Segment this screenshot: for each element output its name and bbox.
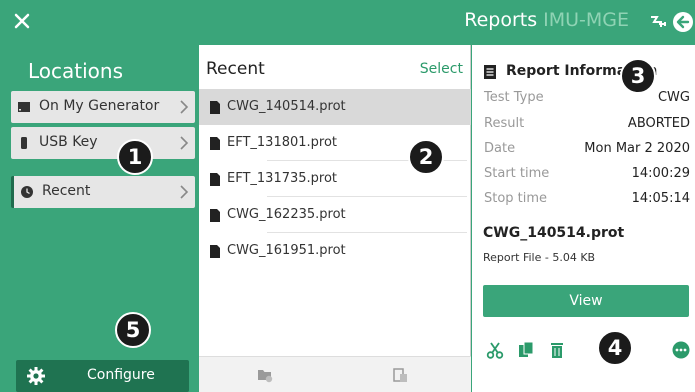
report-field-date: Date Mon Mar 2 2020 [484, 141, 690, 163]
window-title: Reports IMU-MGE [464, 9, 629, 31]
report-field-result: Result ABORTED [484, 116, 690, 138]
cut-icon[interactable] [486, 341, 504, 359]
select-button[interactable]: Select [420, 61, 463, 77]
file-icon [210, 173, 220, 186]
field-value: 14:05:14 [631, 191, 690, 206]
copy-icon[interactable] [518, 341, 536, 359]
callout-4: 4 [597, 330, 633, 366]
location-label: USB Key [39, 134, 98, 150]
callout-5: 5 [115, 312, 151, 348]
file-name: CWG_162235.prot [227, 207, 346, 222]
configure-button[interactable]: Configure [16, 360, 189, 392]
field-value: Mon Mar 2 2020 [584, 141, 690, 156]
top-bar: Reports IMU-MGE [0, 0, 695, 45]
file-row[interactable]: CWG_161951.prot [199, 233, 471, 269]
recent-footer-toolbar [199, 356, 471, 392]
report-file-name: CWG_140514.prot [483, 225, 625, 241]
chevron-right-icon [180, 100, 189, 114]
report-field-start-time: Start time 14:00:29 [484, 166, 690, 188]
location-label: Recent [42, 183, 91, 199]
report-file-info: Report File - 5.04 KB [483, 251, 596, 264]
file-name: CWG_161951.prot [227, 243, 346, 258]
location-on-my-generator[interactable]: On My Generator [11, 91, 195, 123]
file-icon [210, 101, 220, 114]
field-key: Date [484, 141, 516, 156]
hard-drive-icon [18, 102, 30, 112]
field-key: Test Type [484, 90, 544, 105]
field-value: ABORTED [627, 116, 690, 131]
callout-3: 3 [620, 58, 656, 94]
file-row[interactable]: CWG_140514.prot [199, 89, 471, 125]
usb-key-icon [21, 137, 27, 149]
trash-icon[interactable] [548, 341, 566, 359]
file-name: EFT_131735.prot [227, 171, 338, 186]
location-recent[interactable]: Recent [11, 176, 195, 208]
title-subtitle: IMU-MGE [543, 9, 629, 31]
file-name: CWG_140514.prot [227, 99, 346, 114]
more-options-icon[interactable] [672, 341, 690, 359]
plug-icon[interactable] [647, 11, 669, 33]
field-value: 14:00:29 [631, 166, 690, 181]
location-usb-key[interactable]: USB Key [11, 127, 195, 159]
report-icon [484, 65, 496, 79]
file-icon [210, 245, 220, 258]
configure-label: Configure [87, 367, 155, 383]
file-name: EFT_131801.prot [227, 135, 338, 150]
back-arrow-icon[interactable] [672, 11, 694, 33]
field-key: Stop time [484, 191, 548, 206]
field-key: Start time [484, 166, 550, 181]
report-field-test-type: Test Type CWG [484, 90, 690, 112]
recent-title: Recent [206, 59, 265, 79]
new-folder-icon[interactable] [257, 367, 273, 383]
callout-2: 2 [408, 139, 444, 175]
location-label: On My Generator [39, 98, 160, 114]
close-icon[interactable] [11, 10, 33, 32]
report-info-panel: Report Information Test Type CWG Result … [472, 45, 695, 392]
view-button[interactable]: View [483, 285, 689, 317]
locations-title: Locations [28, 59, 124, 83]
field-key: Result [484, 116, 525, 131]
gear-icon [27, 367, 45, 385]
report-field-stop-time: Stop time 14:05:14 [484, 191, 690, 213]
file-row[interactable]: CWG_162235.prot [199, 197, 471, 233]
locations-panel: Locations On My Generator USB Key Recent… [0, 45, 199, 392]
clock-icon [21, 186, 33, 198]
recent-header: Recent Select [199, 45, 471, 89]
chevron-right-icon [180, 136, 189, 150]
callout-1: 1 [117, 139, 153, 175]
recent-panel: Recent Select CWG_140514.prot EFT_131801… [199, 45, 471, 392]
file-icon [210, 209, 220, 222]
paste-icon[interactable] [392, 367, 408, 383]
title-main: Reports [464, 9, 538, 31]
field-value: CWG [657, 90, 690, 105]
file-icon [210, 137, 220, 150]
chevron-right-icon [180, 185, 189, 199]
